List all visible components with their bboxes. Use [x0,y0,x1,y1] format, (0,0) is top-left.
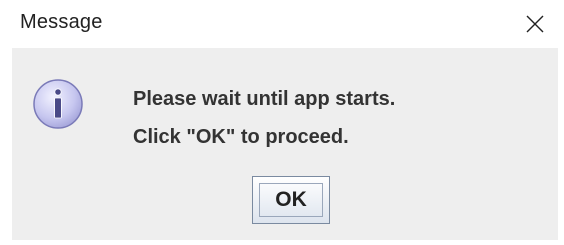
ok-button-label: OK [275,188,307,211]
message-line-2: Click "OK" to proceed. [133,126,349,148]
info-icon [33,79,83,129]
window-title: Message [20,11,103,33]
close-icon [526,15,544,33]
message-line-1: Please wait until app starts. [133,88,396,110]
dialog-content: Please wait until app starts. Click "OK"… [12,48,558,240]
message-dialog: Message Please wait until app starts. Cl… [0,0,564,245]
ok-button[interactable]: OK [252,176,330,224]
title-bar: Message [0,0,564,48]
close-button[interactable] [506,0,564,48]
